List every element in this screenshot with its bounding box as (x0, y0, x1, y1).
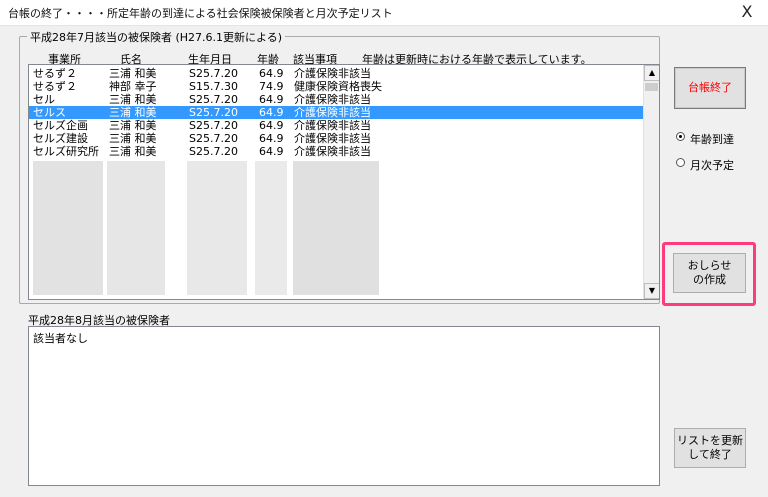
cell-birthdate: S25.7.20 (189, 93, 238, 106)
update-list-button[interactable]: リストを更新 して終了 (674, 428, 746, 468)
list-row[interactable]: セル 三浦 和美 S25.7.20 64.9 介護保険非該当 (29, 93, 643, 106)
list-scrollbar[interactable]: ▲ ▼ (643, 65, 659, 299)
cell-birthdate: S15.7.30 (189, 80, 238, 93)
list-row[interactable]: セルズ企画 三浦 和美 S25.7.20 64.9 介護保険非該当 (29, 119, 643, 132)
update-list-label-1: リストを更新 (677, 434, 743, 447)
cell-office: セルズ企画 (33, 119, 88, 132)
cell-age: 64.9 (259, 93, 284, 106)
cell-birthdate: S25.7.20 (189, 67, 238, 80)
close-ledger-label: 台帳終了 (688, 81, 732, 94)
update-list-label-2: して終了 (688, 448, 732, 461)
cell-birthdate: S25.7.20 (189, 145, 238, 158)
cell-birthdate: S25.7.20 (189, 106, 238, 119)
obscured-office-column (33, 161, 103, 295)
upper-group-legend: 平成28年7月該当の被保険者 (H27.6.1更新による) (27, 29, 286, 45)
list-row[interactable]: セルズ建設 三浦 和美 S25.7.20 64.9 介護保険非該当 (29, 132, 643, 145)
list-row[interactable]: せるず２ 神部 幸子 S15.7.30 74.9 健康保険資格喪失 (29, 80, 643, 93)
obscured-birthdate-column (187, 161, 247, 295)
radio-monthly-plan-indicator[interactable] (676, 158, 685, 167)
cell-office: せるず２ (33, 80, 77, 93)
cell-name: 神部 幸子 (109, 80, 157, 93)
radio-age-reached-indicator[interactable] (676, 132, 685, 141)
cell-age: 64.9 (259, 106, 284, 119)
cell-item: 介護保険非該当 (294, 93, 371, 106)
title-bar: 台帳の終了・・・・所定年齢の到達による社会保険被保険者と月次予定リスト X (0, 0, 768, 26)
scroll-thumb[interactable] (645, 83, 658, 91)
create-notice-label-1: おしらせ (687, 259, 732, 272)
list-row[interactable]: せるず２ 三浦 和美 S25.7.20 64.9 介護保険非該当 (29, 67, 643, 80)
cell-item: 介護保険非該当 (294, 106, 371, 119)
cell-item: 健康保険資格喪失 (294, 80, 382, 93)
cell-name: 三浦 和美 (109, 119, 157, 132)
window-title: 台帳の終了・・・・所定年齢の到達による社会保険被保険者と月次予定リスト (8, 7, 393, 20)
cell-name: 三浦 和美 (109, 145, 157, 158)
cell-office: セルス (33, 106, 66, 119)
cell-item: 介護保険非該当 (294, 132, 371, 145)
list-row[interactable]: セルス 三浦 和美 S25.7.20 64.9 介護保険非該当 (29, 106, 643, 119)
cell-name: 三浦 和美 (109, 93, 157, 106)
obscured-name-column (107, 161, 165, 295)
insured-list[interactable]: せるず２ 三浦 和美 S25.7.20 64.9 介護保険非該当 せるず２ 神部 幸子 S15… (28, 64, 660, 300)
radio-monthly-plan-label: 月次予定 (690, 159, 734, 172)
cell-age: 64.9 (259, 132, 284, 145)
list-row[interactable]: セルズ研究所 三浦 和美 S25.7.20 64.9 介護保険非該当 (29, 145, 643, 158)
cell-age: 64.9 (259, 119, 284, 132)
cell-birthdate: S25.7.20 (189, 132, 238, 145)
create-notice-button[interactable]: おしらせ の作成 (673, 253, 746, 293)
lower-list[interactable]: 該当者なし (28, 326, 660, 486)
cell-office: せるず２ (33, 67, 77, 80)
close-window-button[interactable]: X (736, 2, 758, 22)
cell-name: 三浦 和美 (109, 106, 157, 119)
scroll-up-button[interactable]: ▲ (644, 65, 659, 81)
close-ledger-button[interactable]: 台帳終了 (674, 67, 746, 109)
cell-office: セルズ建設 (33, 132, 88, 145)
radio-age-reached-label: 年齢到達 (690, 133, 734, 146)
cell-name: 三浦 和美 (109, 67, 157, 80)
cell-office: セルズ研究所 (33, 145, 99, 158)
cell-birthdate: S25.7.20 (189, 119, 238, 132)
cell-item: 介護保険非該当 (294, 119, 371, 132)
scroll-down-button[interactable]: ▼ (644, 283, 659, 299)
lower-list-text: 該当者なし (33, 332, 88, 345)
create-notice-label-2: の作成 (693, 273, 726, 286)
obscured-item-column (293, 161, 379, 295)
obscured-age-column (255, 161, 287, 295)
cell-office: セル (33, 93, 55, 106)
cell-age: 64.9 (259, 67, 284, 80)
cell-age: 64.9 (259, 145, 284, 158)
cell-item: 介護保険非該当 (294, 67, 371, 80)
cell-item: 介護保険非該当 (294, 145, 371, 158)
cell-name: 三浦 和美 (109, 132, 157, 145)
cell-age: 74.9 (259, 80, 284, 93)
